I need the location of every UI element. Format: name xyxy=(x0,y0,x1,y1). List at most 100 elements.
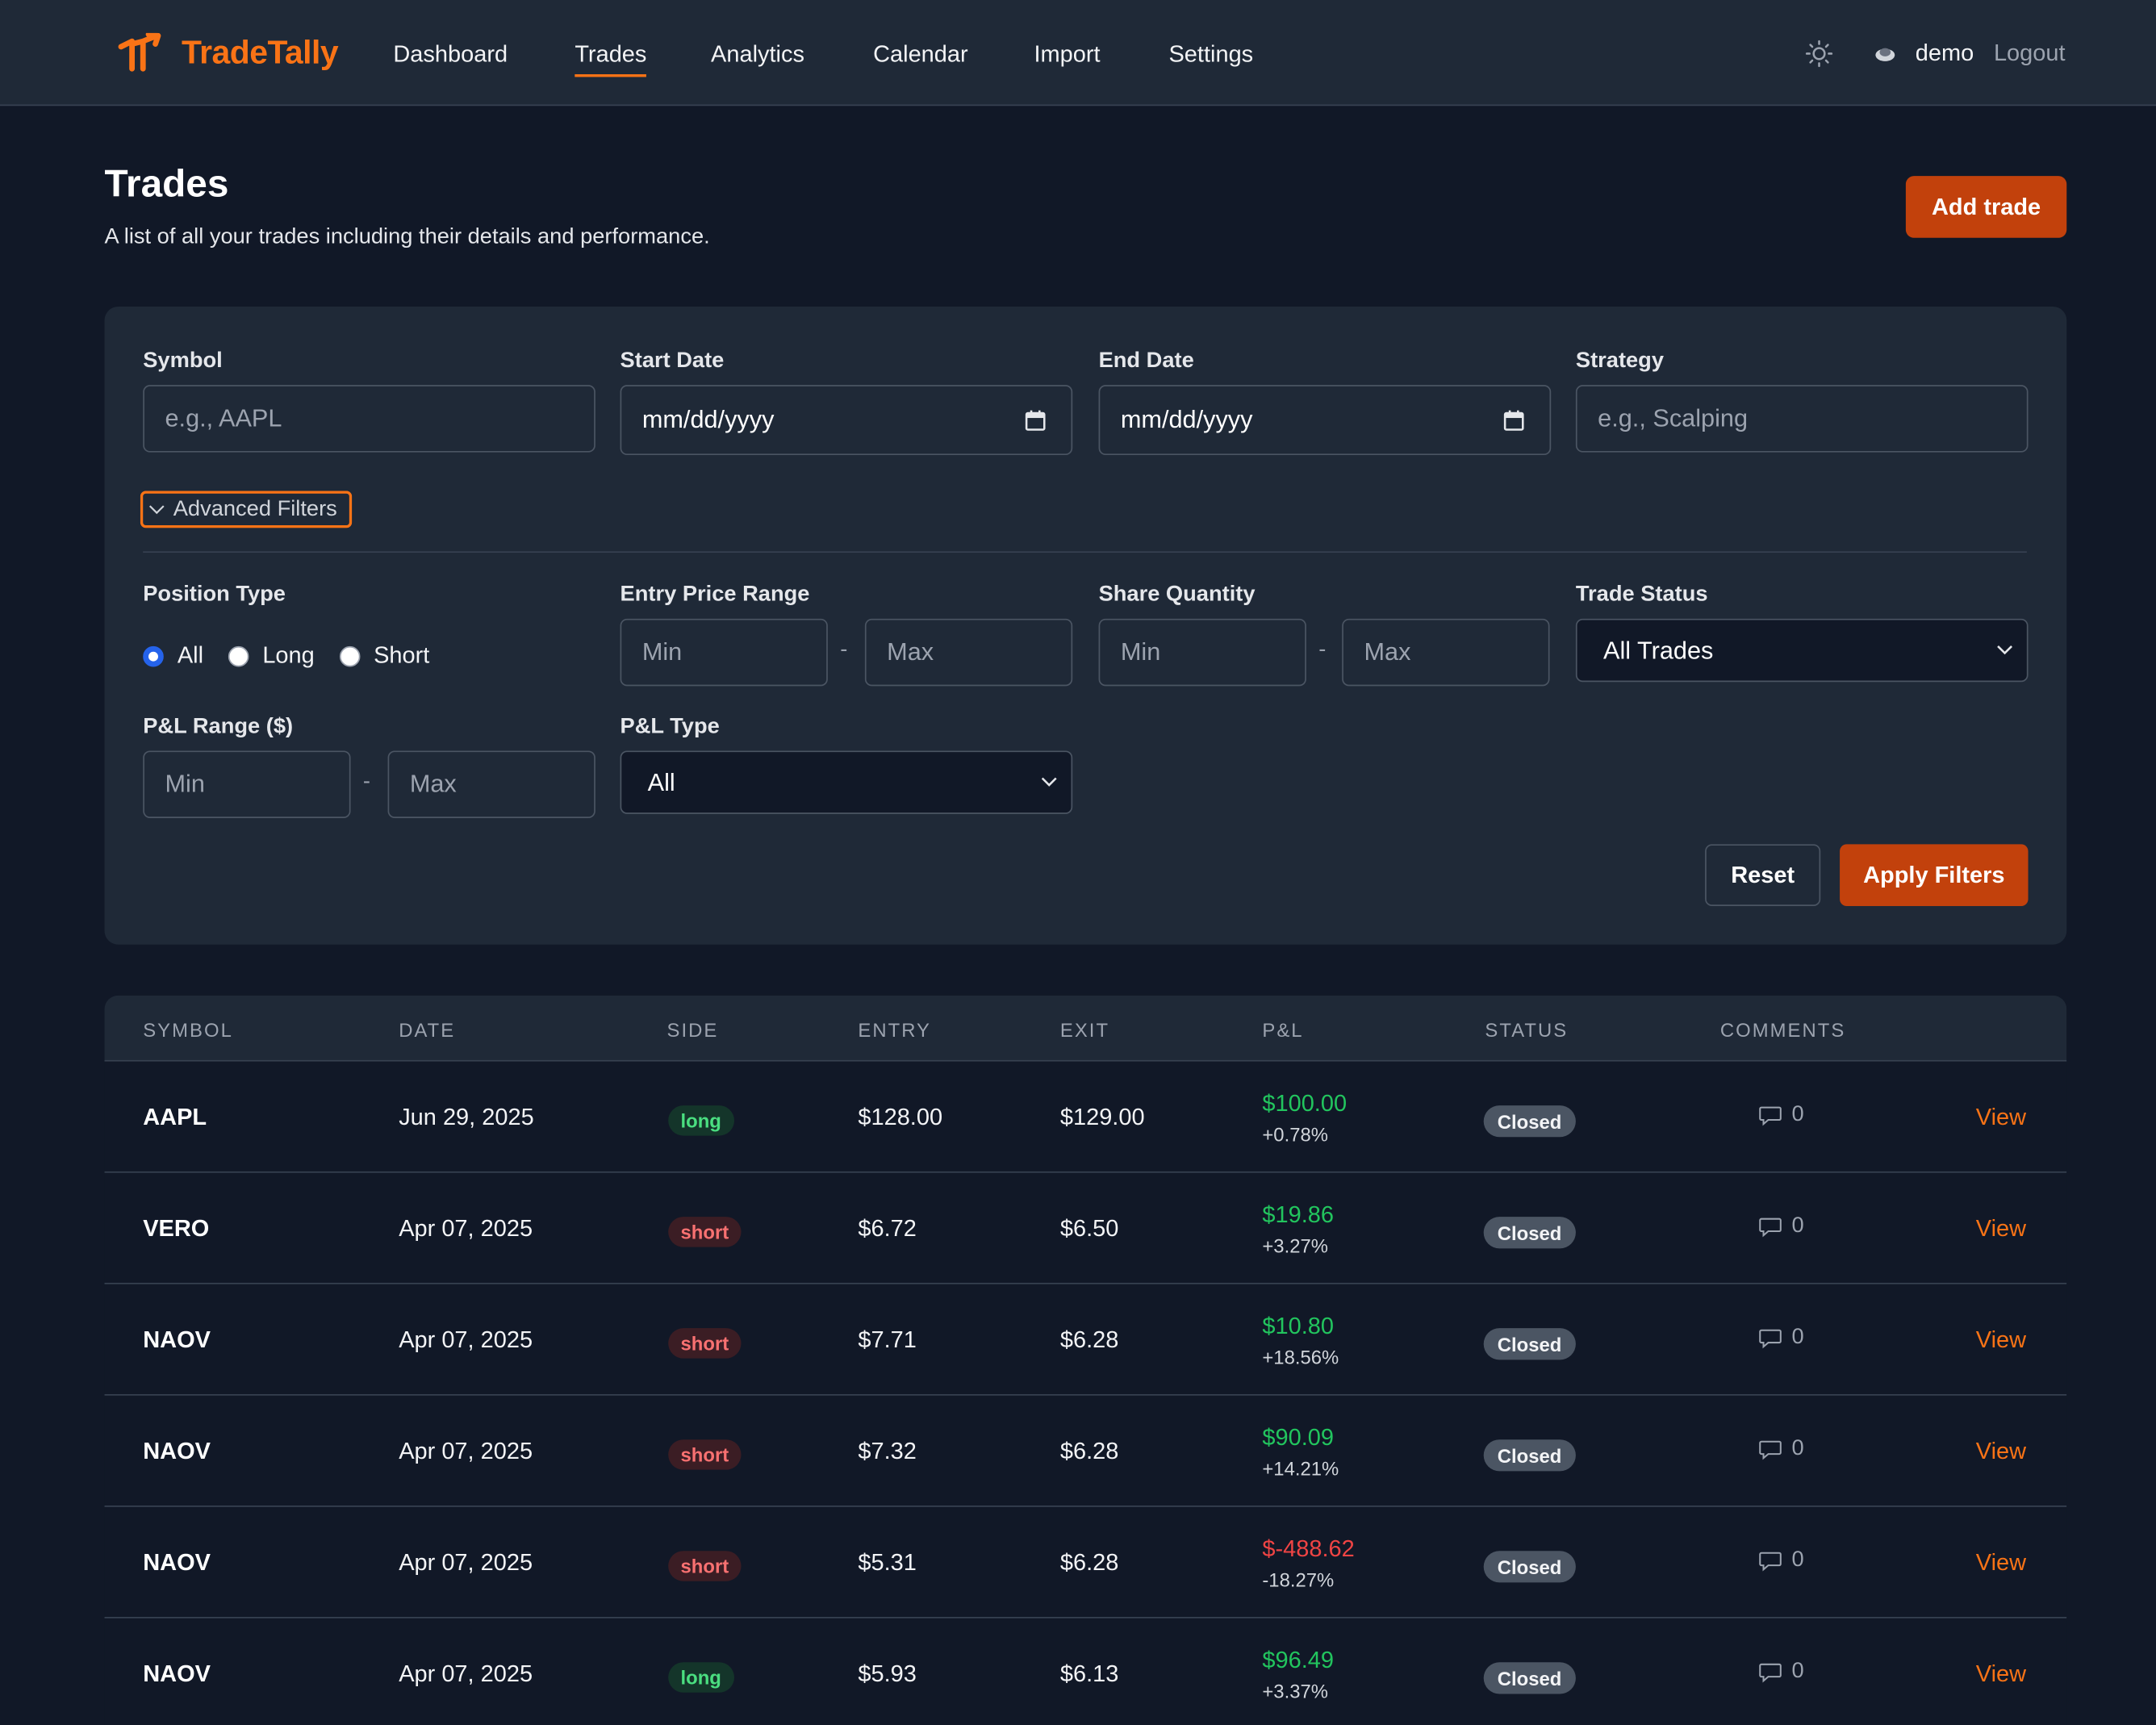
status-badge: Closed xyxy=(1483,1217,1576,1249)
comments-cell[interactable]: 0 xyxy=(1759,1103,1804,1128)
nav-trades[interactable]: Trades xyxy=(575,41,647,77)
comments-cell[interactable]: 0 xyxy=(1759,1437,1804,1462)
calendar-icon[interactable] xyxy=(1025,409,1047,431)
comments-cell[interactable]: 0 xyxy=(1759,1214,1804,1239)
col-status[interactable]: STATUS xyxy=(1485,1019,1568,1041)
table-row[interactable]: NAOV Apr 07, 2025 short $7.71 $6.28 $10.… xyxy=(104,1284,2067,1396)
comments-cell[interactable]: 0 xyxy=(1759,1660,1804,1685)
view-link[interactable]: View xyxy=(1976,1661,2026,1689)
view-link[interactable]: View xyxy=(1976,1438,2026,1465)
col-comments[interactable]: COMMENTS xyxy=(1720,1019,1846,1041)
status-badge: Closed xyxy=(1483,1551,1576,1583)
table-row[interactable]: AAPL Jun 29, 2025 long $128.00 $129.00 $… xyxy=(104,1062,2067,1173)
cell-date: Apr 07, 2025 xyxy=(399,1438,533,1464)
table-row[interactable]: VERO Apr 07, 2025 short $6.72 $6.50 $19.… xyxy=(104,1173,2067,1284)
cell-date: Jun 29, 2025 xyxy=(399,1104,534,1130)
reset-button[interactable]: Reset xyxy=(1705,844,1821,907)
status-badge: Closed xyxy=(1483,1662,1576,1694)
chevron-down-icon xyxy=(1997,645,2013,655)
comments-cell[interactable]: 0 xyxy=(1759,1326,1804,1351)
comments-count: 0 xyxy=(1791,1102,1804,1126)
col-pnl[interactable]: P&L xyxy=(1262,1019,1303,1041)
range-separator: - xyxy=(362,770,370,794)
side-badge: long xyxy=(668,1105,734,1136)
radio-all[interactable]: All xyxy=(143,642,203,670)
entry-price-min-input[interactable]: Min xyxy=(620,618,828,687)
divider xyxy=(143,551,2027,553)
view-link[interactable]: View xyxy=(1976,1215,2026,1243)
col-entry[interactable]: ENTRY xyxy=(858,1019,931,1041)
pnl-max-input[interactable]: Max xyxy=(387,750,595,818)
col-exit[interactable]: EXIT xyxy=(1060,1019,1109,1041)
range-separator: - xyxy=(840,637,848,662)
share-quantity-max-input[interactable]: Max xyxy=(1342,618,1550,687)
range-separator: - xyxy=(1318,637,1327,662)
col-date[interactable]: DATE xyxy=(399,1019,455,1041)
pnl-range-label: P&L Range ($) xyxy=(143,715,294,739)
cell-entry: $6.72 xyxy=(858,1215,917,1242)
strategy-input[interactable]: e.g., Scalping xyxy=(1575,385,2029,453)
cell-pnl-percent: +14.21% xyxy=(1262,1457,1339,1480)
nav-analytics[interactable]: Analytics xyxy=(711,41,804,69)
radio-all-button[interactable] xyxy=(143,645,164,666)
cell-pnl: $10.80 xyxy=(1262,1313,1334,1339)
add-trade-button[interactable]: Add trade xyxy=(1905,176,2067,238)
side-badge: short xyxy=(668,1439,742,1470)
sun-icon[interactable] xyxy=(1805,40,1833,68)
logout-link[interactable]: Logout xyxy=(1994,40,2066,67)
trade-status-value: All Trades xyxy=(1602,636,1714,664)
status-badge: Closed xyxy=(1483,1105,1576,1138)
nav-calendar[interactable]: Calendar xyxy=(873,41,968,69)
end-date-input[interactable]: mm/dd/yyyy xyxy=(1098,385,1552,456)
username: demo xyxy=(1915,40,1974,66)
pnl-type-label: P&L Type xyxy=(620,715,720,739)
cell-entry: $5.31 xyxy=(858,1549,917,1576)
radio-long-button[interactable] xyxy=(228,645,249,666)
chevron-down-icon xyxy=(1041,777,1057,787)
cell-pnl-percent: -18.27% xyxy=(1262,1568,1335,1591)
comment-icon xyxy=(1759,1328,1782,1348)
end-date-value: mm/dd/yyyy xyxy=(1120,405,1253,433)
cell-pnl-percent: +3.27% xyxy=(1262,1234,1328,1257)
pnl-min-input[interactable]: Min xyxy=(143,750,351,818)
nav-import[interactable]: Import xyxy=(1034,41,1100,69)
table-header: SYMBOL DATE SIDE ENTRY EXIT P&L STATUS C… xyxy=(104,995,2067,1062)
calendar-icon[interactable] xyxy=(1503,409,1525,431)
radio-short-button[interactable] xyxy=(339,645,361,666)
cell-exit: $6.13 xyxy=(1059,1660,1119,1687)
status-badge: Closed xyxy=(1483,1328,1576,1360)
radio-long[interactable]: Long xyxy=(228,642,315,670)
logo[interactable]: TradeTally xyxy=(118,32,339,74)
page-title: Trades xyxy=(104,162,229,205)
cell-symbol: NAOV xyxy=(143,1438,211,1464)
col-symbol[interactable]: SYMBOL xyxy=(143,1019,233,1041)
table-row[interactable]: NAOV Apr 07, 2025 short $7.32 $6.28 $90.… xyxy=(104,1396,2067,1507)
cell-symbol: NAOV xyxy=(143,1549,211,1576)
advanced-filters-toggle[interactable]: Advanced Filters xyxy=(139,489,353,530)
trades-table: SYMBOL DATE SIDE ENTRY EXIT P&L STATUS C… xyxy=(104,995,2067,1725)
radio-long-label: Long xyxy=(262,641,315,669)
view-link[interactable]: View xyxy=(1976,1104,2026,1131)
comment-icon xyxy=(1759,1105,1782,1126)
cell-pnl: $100.00 xyxy=(1262,1090,1348,1117)
radio-short[interactable]: Short xyxy=(339,642,429,670)
avatar-icon[interactable] xyxy=(1874,45,1896,61)
cell-date: Apr 07, 2025 xyxy=(399,1215,533,1242)
col-side[interactable]: SIDE xyxy=(666,1019,718,1041)
trade-status-select[interactable]: All Trades xyxy=(1575,618,2029,683)
apply-filters-button[interactable]: Apply Filters xyxy=(1840,844,2029,907)
radio-short-label: Short xyxy=(374,641,430,669)
start-date-value: mm/dd/yyyy xyxy=(641,405,775,433)
view-link[interactable]: View xyxy=(1976,1326,2026,1354)
nav-settings[interactable]: Settings xyxy=(1168,41,1253,69)
share-quantity-min-input[interactable]: Min xyxy=(1098,618,1306,687)
pnl-type-select[interactable]: All xyxy=(620,750,1073,814)
entry-price-max-input[interactable]: Max xyxy=(864,618,1073,687)
start-date-input[interactable]: mm/dd/yyyy xyxy=(620,385,1073,456)
comments-cell[interactable]: 0 xyxy=(1759,1548,1804,1573)
table-row[interactable]: NAOV Apr 07, 2025 short $5.31 $6.28 $-48… xyxy=(104,1507,2067,1618)
view-link[interactable]: View xyxy=(1976,1550,2026,1577)
nav-dashboard[interactable]: Dashboard xyxy=(393,41,508,69)
table-row[interactable]: NAOV Apr 07, 2025 long $5.93 $6.13 $96.4… xyxy=(105,1618,2067,1725)
symbol-input[interactable]: e.g., AAPL xyxy=(143,385,595,453)
